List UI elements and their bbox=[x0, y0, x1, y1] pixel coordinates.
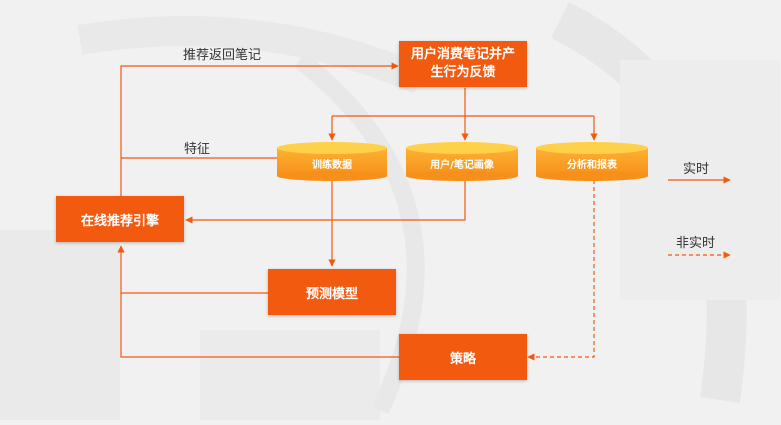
prediction-model-label: 预测模型 bbox=[305, 286, 358, 302]
analysis-report-label: 分析和报表 bbox=[567, 158, 618, 171]
edge-label-features: 特征 bbox=[184, 142, 211, 157]
edge-label-recommend-notes: 推荐返回笔记 bbox=[183, 48, 262, 63]
cylinder-user-note-profile[interactable]: 用户/笔记画像 bbox=[406, 142, 518, 181]
online-engine-label: 在线推荐引擎 bbox=[80, 213, 159, 229]
node-strategy[interactable]: 策略 bbox=[399, 334, 527, 380]
cylinder-training-data[interactable]: 训练数据 bbox=[277, 142, 387, 181]
user-behavior-label: 用户消费笔记并产 生行为反馈 bbox=[410, 47, 515, 80]
training-data-label: 训练数据 bbox=[312, 158, 352, 171]
node-prediction-model[interactable]: 预测模型 bbox=[268, 269, 396, 315]
strategy-label: 策略 bbox=[449, 351, 476, 367]
node-online-engine[interactable]: 在线推荐引擎 bbox=[56, 196, 184, 242]
cylinder-analysis-report[interactable]: 分析和报表 bbox=[536, 142, 648, 181]
legend-nonrealtime-label: 非实时 bbox=[676, 236, 716, 251]
legend-realtime-label: 实时 bbox=[683, 162, 710, 177]
user-note-profile-label: 用户/笔记画像 bbox=[429, 158, 495, 171]
node-user-behavior[interactable]: 用户消费笔记并产 生行为反馈 bbox=[399, 41, 527, 87]
